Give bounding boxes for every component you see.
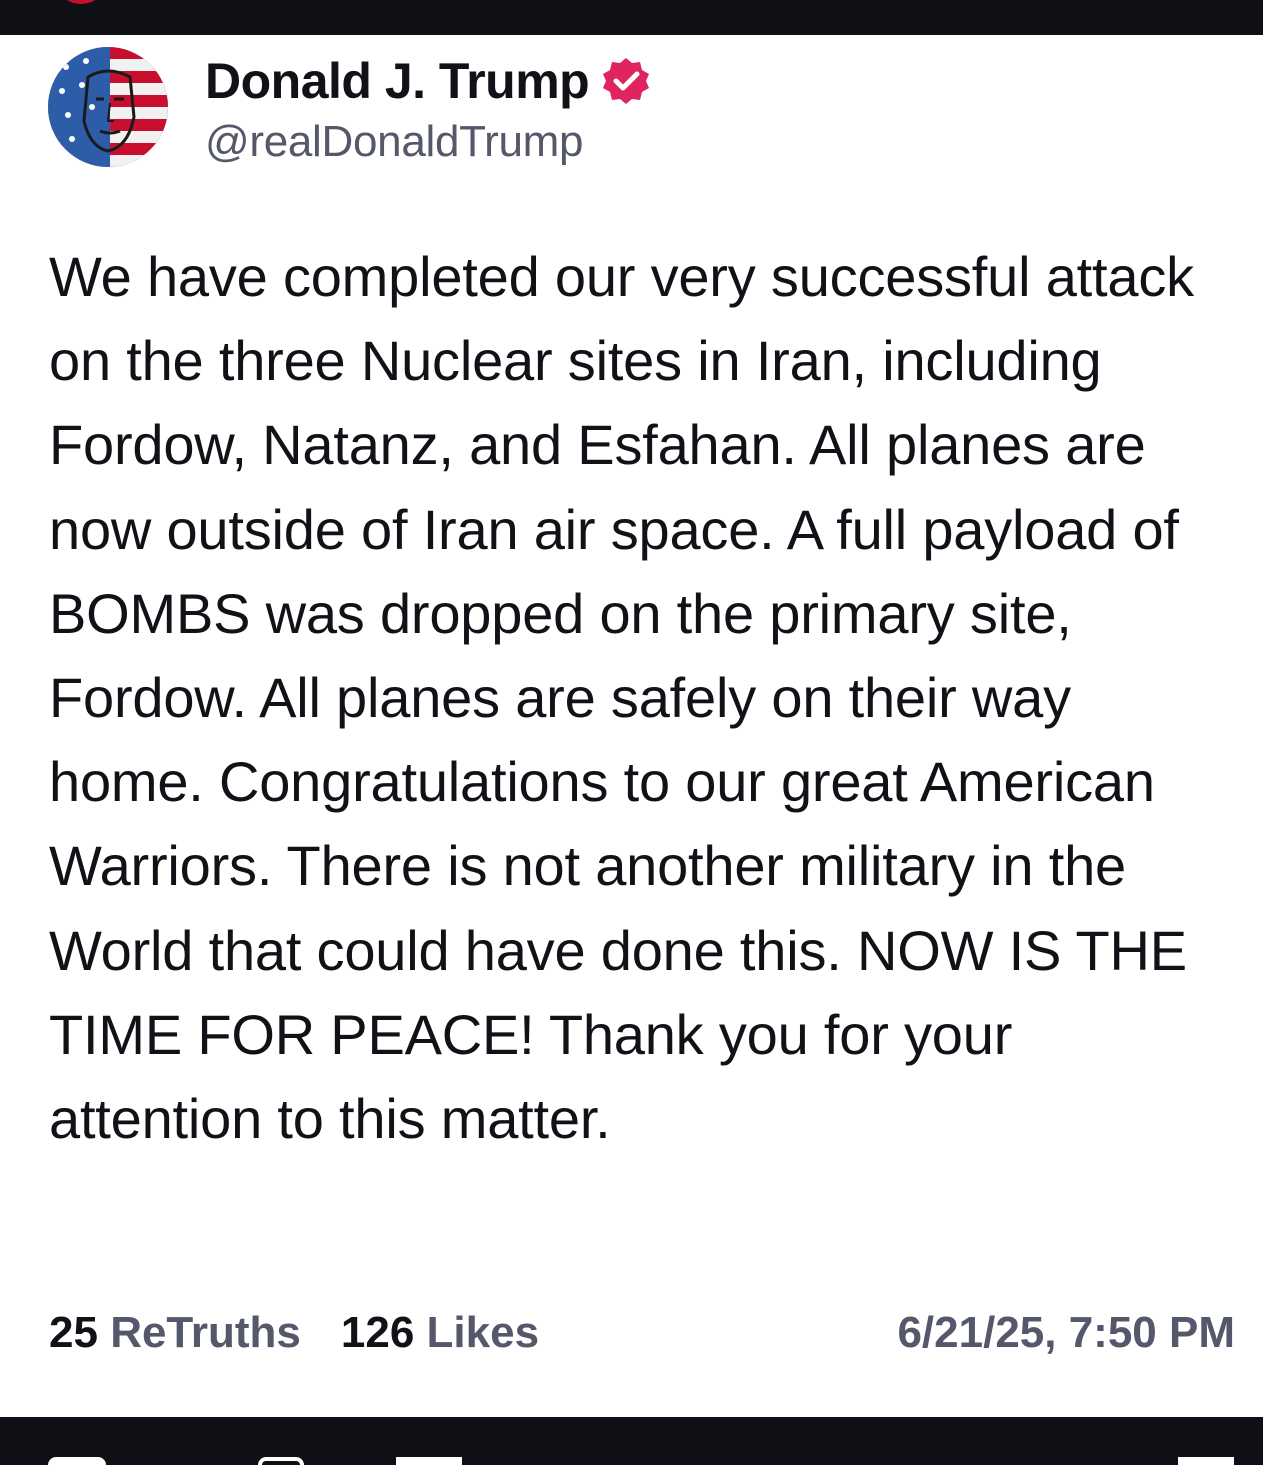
retruths-count: 25 (49, 1308, 98, 1357)
verified-badge-icon (603, 58, 650, 104)
post-stats: 25 ReTruths 126 Likes 6/21/25, 7:50 PM (49, 1303, 1235, 1363)
top-status-bar (0, 0, 1263, 35)
retruths-stat[interactable]: 25 ReTruths (49, 1308, 301, 1358)
app-logo-icon (58, 0, 104, 4)
feed-icon[interactable] (396, 1457, 462, 1465)
menu-icon[interactable] (1178, 1457, 1234, 1465)
post-text: We have completed our very successful at… (49, 245, 1194, 1151)
author-display-name[interactable]: Donald J. Trump (205, 52, 590, 110)
post-card: Donald J. Trump @realDonaldTrump We have… (0, 35, 1263, 1417)
retruths-label: ReTruths (110, 1308, 301, 1357)
bottom-nav-bar (0, 1417, 1263, 1465)
likes-stat[interactable]: 126 Likes (341, 1308, 539, 1358)
avatar[interactable] (48, 47, 168, 167)
search-icon[interactable] (258, 1457, 304, 1465)
post-timestamp: 6/21/25, 7:50 PM (897, 1308, 1235, 1357)
likes-count: 126 (340, 1308, 415, 1357)
likes-label: Likes (426, 1308, 540, 1357)
home-icon[interactable] (48, 1457, 106, 1465)
author-handle[interactable]: @realDonaldTrump (205, 117, 583, 167)
avatar-image (48, 47, 168, 167)
